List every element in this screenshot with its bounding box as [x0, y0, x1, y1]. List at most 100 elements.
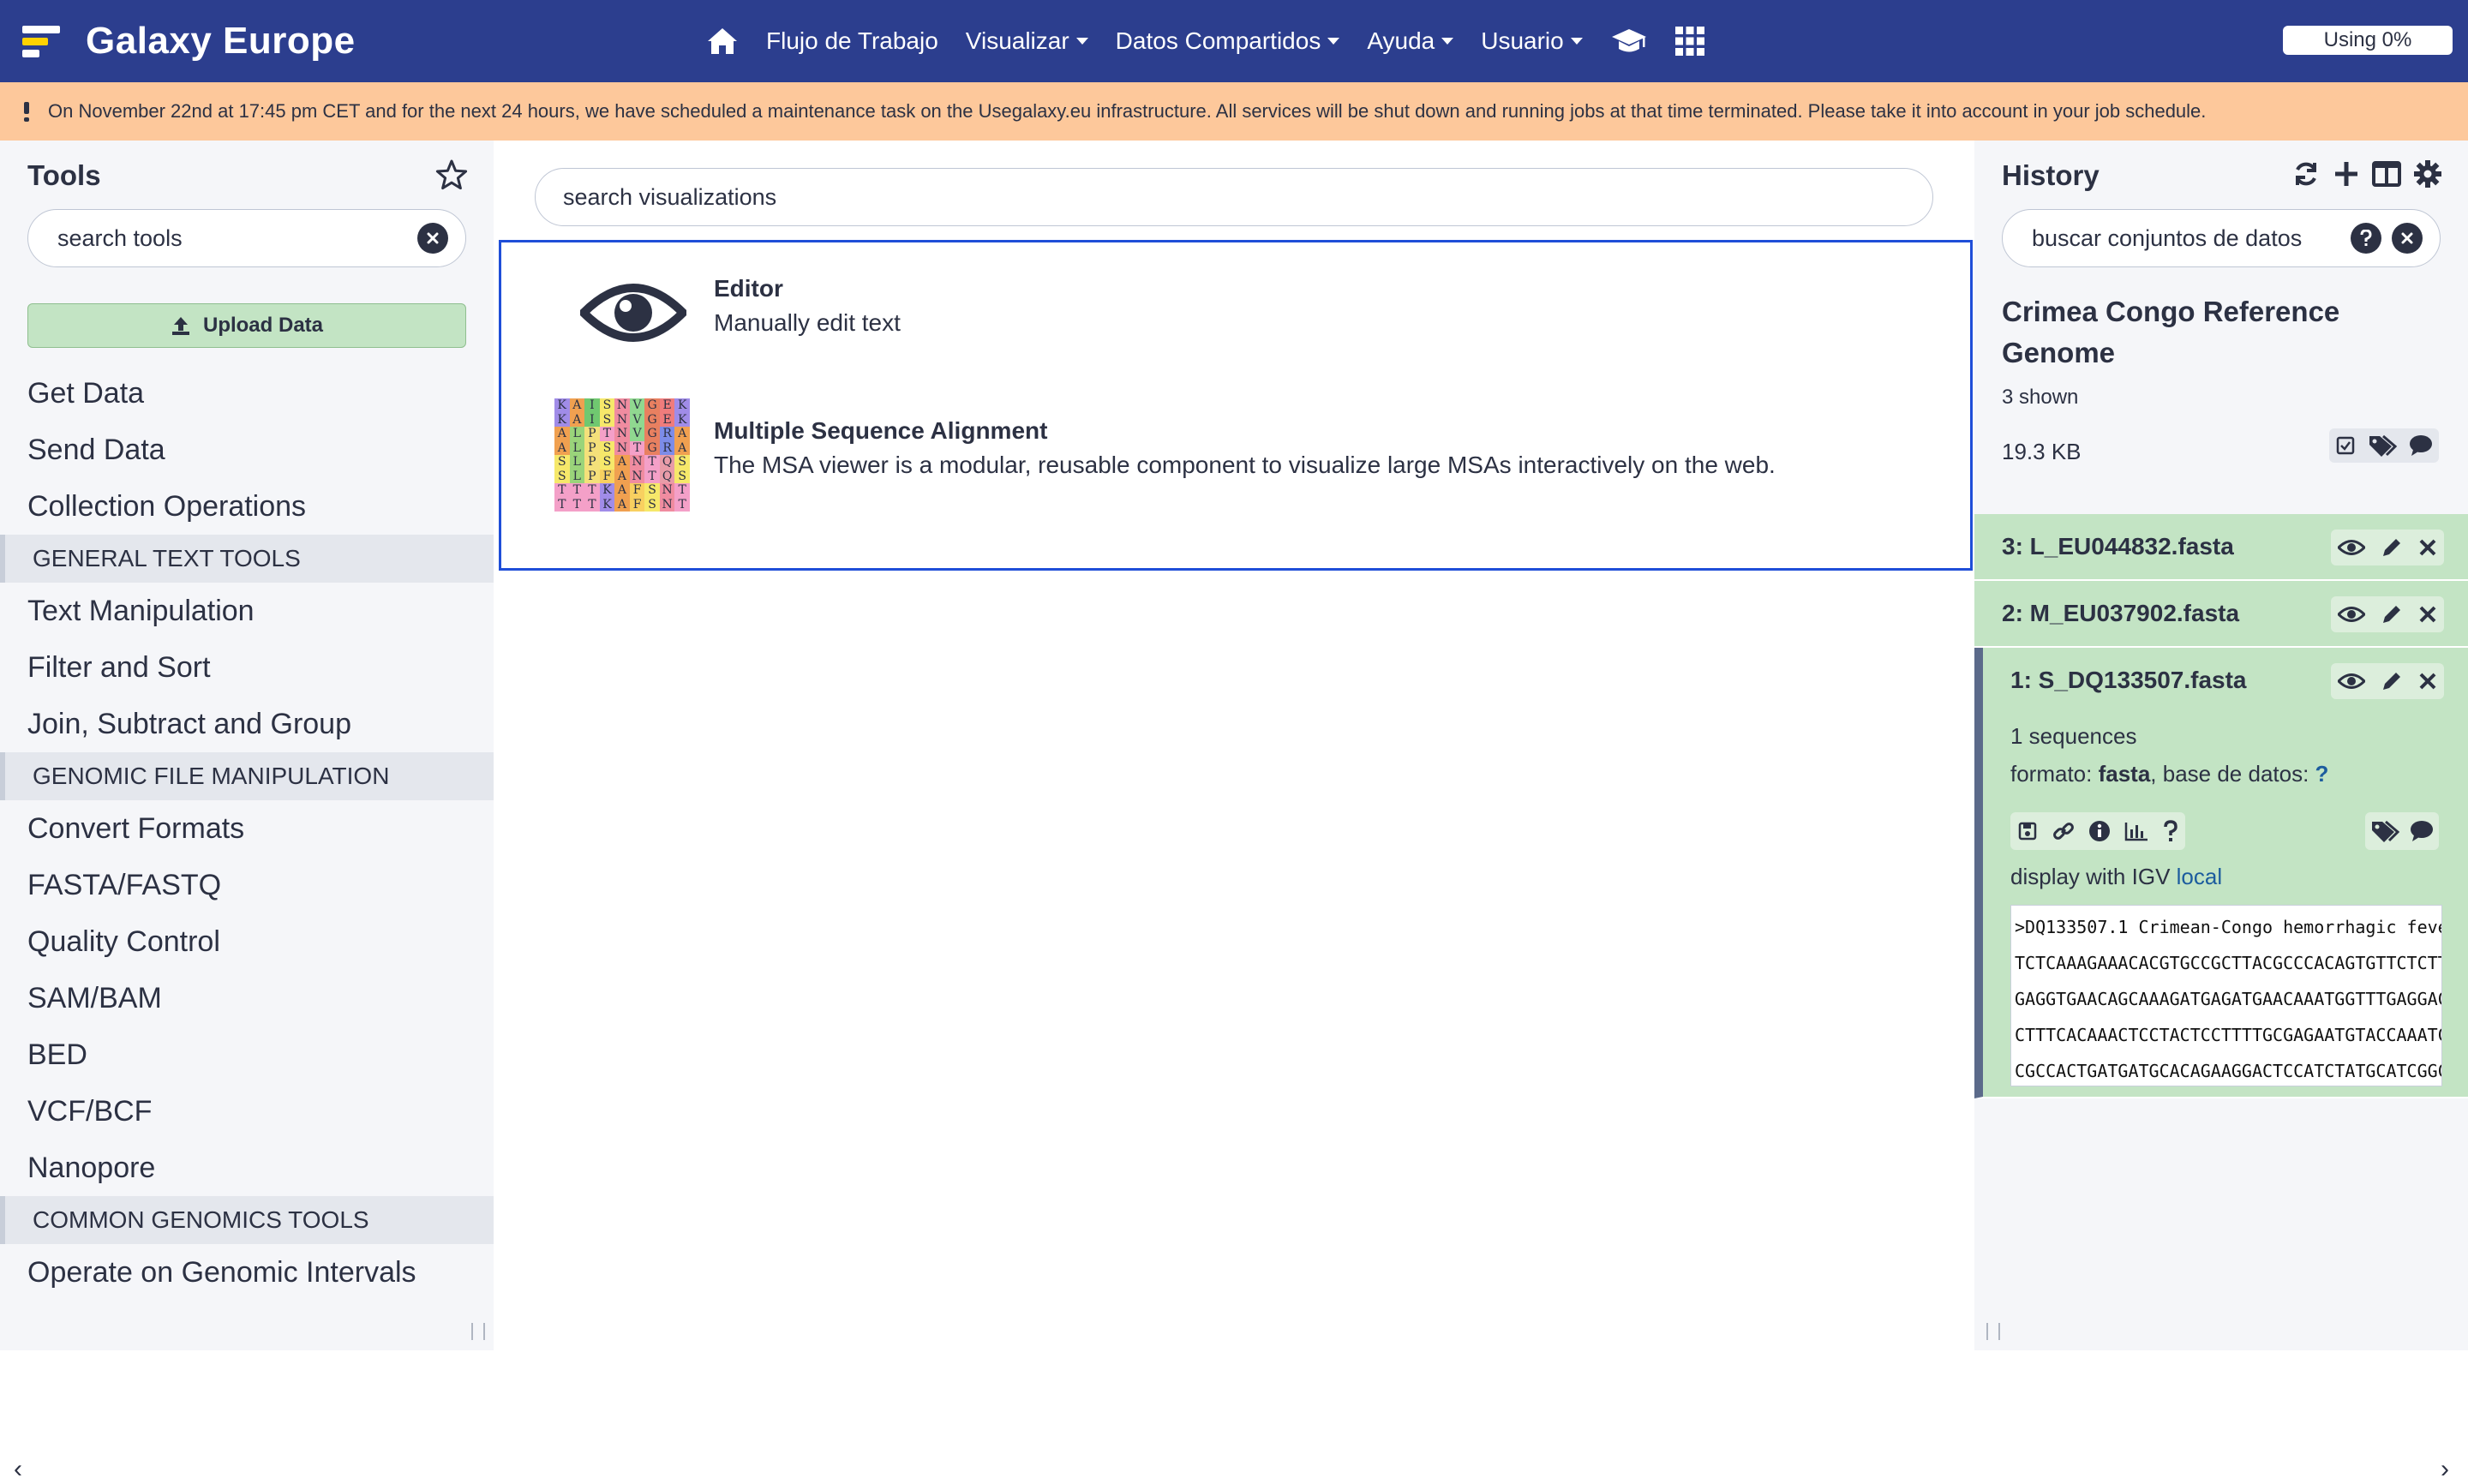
question-icon[interactable]: [2163, 820, 2178, 842]
info-icon[interactable]: [2088, 820, 2111, 842]
tool-section-link[interactable]: SAM/BAM: [0, 970, 494, 1026]
resize-handle[interactable]: [471, 1323, 485, 1340]
visualization-name: Multiple Sequence Alignment: [714, 417, 1048, 444]
tool-section-link[interactable]: Operate on Genomic Intervals: [0, 1244, 494, 1301]
tool-section-link[interactable]: FASTA/FASTQ: [0, 857, 494, 913]
pencil-icon[interactable]: [2380, 669, 2404, 693]
dataset-title[interactable]: 2: M_EU037902.fasta: [2002, 600, 2239, 627]
msa-residue: T: [674, 483, 690, 498]
nav-user[interactable]: Usuario: [1467, 0, 1596, 82]
visualization-item-editor[interactable]: Editor Manually edit text: [501, 242, 1958, 388]
delete-icon[interactable]: [2418, 538, 2437, 557]
upload-data-button[interactable]: Upload Data: [27, 303, 466, 348]
nav-help[interactable]: Ayuda: [1353, 0, 1467, 82]
dataset-item[interactable]: 2: M_EU037902.fasta: [1974, 581, 2468, 648]
msa-residue: Q: [659, 455, 675, 470]
msa-residue: P: [584, 440, 600, 455]
graduation-cap-icon[interactable]: [1596, 0, 1662, 82]
pencil-icon[interactable]: [2380, 536, 2404, 559]
delete-icon[interactable]: [2418, 672, 2437, 691]
nav-help-label: Ayuda: [1367, 27, 1435, 54]
visualization-search-input[interactable]: search visualizations: [535, 168, 1933, 226]
msa-residue: I: [584, 412, 600, 427]
msa-residue: A: [674, 440, 690, 455]
refresh-icon[interactable]: [2291, 159, 2321, 188]
gear-icon[interactable]: [2413, 159, 2442, 188]
tool-section-link[interactable]: Nanopore: [0, 1140, 494, 1196]
collapse-right-icon[interactable]: ›: [2441, 1455, 2449, 1484]
msa-residue: G: [644, 427, 660, 441]
msa-residue: K: [674, 412, 690, 427]
masthead: Galaxy Europe Flujo de Trabajo Visualiza…: [0, 0, 2468, 82]
msa-residue: I: [584, 398, 600, 413]
tool-section-link[interactable]: Collection Operations: [0, 478, 494, 535]
link-icon[interactable]: [2052, 820, 2075, 842]
db-value-link[interactable]: ?: [2315, 761, 2329, 787]
clear-search-icon[interactable]: [2392, 223, 2423, 254]
msa-residue: L: [569, 427, 585, 441]
resize-handle[interactable]: [1986, 1323, 2000, 1340]
nav-workflow[interactable]: Flujo de Trabajo: [752, 0, 952, 82]
tool-section-link[interactable]: Text Manipulation: [0, 583, 494, 639]
brand-link[interactable]: Galaxy Europe: [22, 20, 356, 62]
delete-icon[interactable]: [2418, 605, 2437, 624]
msa-residue: S: [599, 440, 615, 455]
maintenance-banner: On November 22nd at 17:45 pm CET and for…: [0, 82, 2468, 141]
help-icon[interactable]: [2351, 223, 2381, 254]
tool-section-link[interactable]: Filter and Sort: [0, 639, 494, 696]
tool-section-link[interactable]: Send Data: [0, 422, 494, 478]
comment-icon[interactable]: [2410, 820, 2434, 842]
select-items-icon[interactable]: [2335, 435, 2356, 456]
tags-icon[interactable]: [2368, 434, 2397, 458]
history-name[interactable]: Crimea Congo Reference Genome: [2002, 291, 2447, 374]
tool-section-link[interactable]: VCF/BCF: [0, 1083, 494, 1140]
plus-icon[interactable]: [2333, 159, 2360, 188]
msa-residue: S: [644, 483, 660, 498]
msa-residue: A: [614, 483, 630, 498]
tool-section-link[interactable]: Quality Control: [0, 913, 494, 970]
eye-icon[interactable]: [2338, 605, 2366, 624]
dataset-title[interactable]: 1: S_DQ133507.fasta: [2010, 667, 2247, 694]
msa-residue: P: [584, 455, 600, 470]
dataset-item[interactable]: 3: L_EU044832.fasta: [1974, 514, 2468, 581]
tags-icon[interactable]: [2370, 819, 2399, 843]
msa-residue: S: [674, 455, 690, 470]
tool-search-input[interactable]: search tools: [27, 209, 466, 267]
caret-down-icon: [1570, 38, 1583, 45]
msa-residue: F: [629, 497, 645, 512]
igv-local-link[interactable]: local: [2177, 864, 2222, 889]
tool-panel-title: Tools: [27, 159, 101, 191]
dataset-format-line: formato: fasta, base de datos: ?: [2010, 761, 2328, 787]
tool-section-link[interactable]: Join, Subtract and Group: [0, 696, 494, 752]
nav-visualize[interactable]: Visualizar: [952, 0, 1102, 82]
star-icon[interactable]: [435, 159, 468, 194]
visualization-item-msa[interactable]: Multiple Sequence Alignment The MSA view…: [501, 388, 1958, 559]
columns-icon[interactable]: [2372, 159, 2401, 188]
nav-shared-data[interactable]: Datos Compartidos: [1102, 0, 1354, 82]
collapse-left-icon[interactable]: ‹: [14, 1455, 22, 1484]
dataset-item-expanded[interactable]: 1: S_DQ133507.fasta 1 sequences formato:…: [1974, 648, 2468, 1098]
tool-section-link[interactable]: Get Data: [0, 365, 494, 422]
comment-icon[interactable]: [2409, 434, 2433, 457]
history-size: 19.3 KB: [2002, 439, 2082, 464]
eye-icon[interactable]: [2338, 538, 2366, 557]
banner-text: On November 22nd at 17:45 pm CET and for…: [48, 100, 2207, 122]
pencil-icon[interactable]: [2380, 602, 2404, 626]
eye-icon[interactable]: [2338, 672, 2366, 691]
dataset-search-input[interactable]: buscar conjuntos de datos: [2002, 209, 2441, 267]
history-shown-count[interactable]: 3 shown: [2002, 386, 2078, 410]
save-icon[interactable]: [2017, 821, 2038, 841]
msa-residue: N: [629, 469, 645, 483]
quota-meter[interactable]: Using 0%: [2283, 26, 2453, 55]
apps-grid-icon[interactable]: [1662, 0, 1718, 82]
visualization-search-placeholder: search visualizations: [563, 183, 777, 210]
tool-section-link[interactable]: Convert Formats: [0, 800, 494, 857]
chart-icon[interactable]: [2124, 821, 2148, 841]
display-with-line: display with IGV local: [2010, 864, 2222, 890]
clear-search-icon[interactable]: [417, 223, 448, 254]
home-icon[interactable]: [692, 0, 752, 82]
tool-section-link[interactable]: BED: [0, 1026, 494, 1083]
msa-residue: A: [569, 412, 585, 427]
dataset-title[interactable]: 3: L_EU044832.fasta: [2002, 533, 2234, 560]
msa-residue: F: [599, 469, 615, 483]
